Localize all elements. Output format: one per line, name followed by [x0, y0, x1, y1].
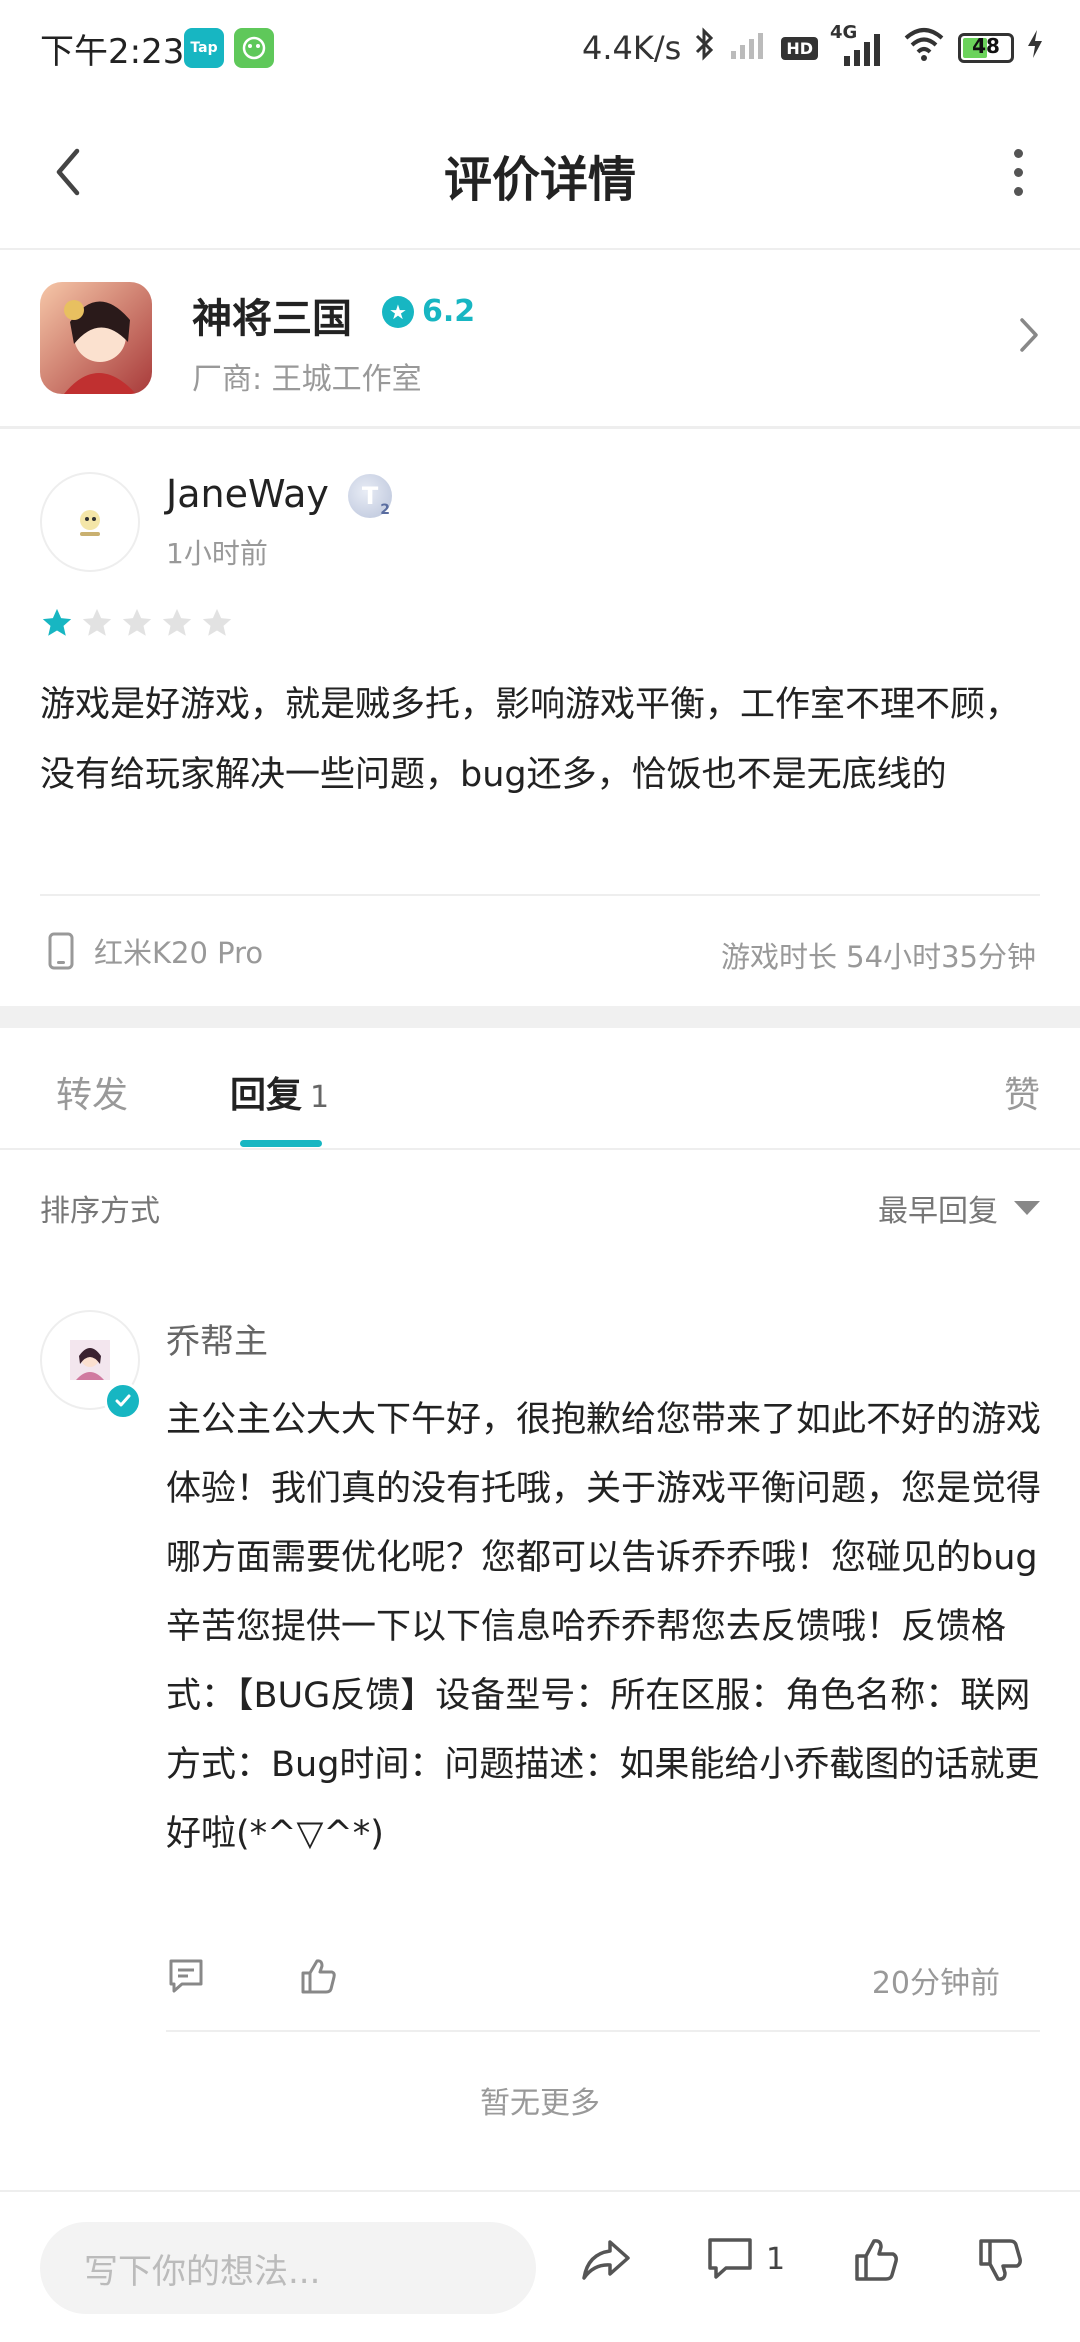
star-empty-icon: [122, 608, 152, 636]
comment-input-placeholder: 写下你的想法...: [84, 2251, 321, 2292]
device-info: 红米K20 Pro: [48, 930, 263, 972]
tab-like-label: 赞: [1003, 1075, 1040, 1116]
comment-input[interactable]: 写下你的想法...: [40, 2222, 536, 2314]
bottom-bar: 写下你的想法... 1: [0, 2190, 1080, 2342]
reply-actions: 20分钟前: [166, 1950, 1000, 2010]
thumbs-up-icon: [855, 2239, 898, 2281]
tab-reply-label: 回复: [230, 1075, 303, 1116]
level-letter: T: [361, 482, 379, 510]
reply-username[interactable]: 乔帮主: [166, 1314, 268, 1363]
battery-icon: 48: [958, 33, 1014, 63]
reviewer-avatar[interactable]: [40, 472, 140, 572]
game-name: 神将三国: [192, 296, 352, 342]
tab-reply-count: 1: [310, 1080, 330, 1115]
network-speed: 4.4K/s: [582, 29, 682, 67]
rating-stars: [40, 606, 234, 640]
review-text: 游戏是好游戏，就是贼多托，影响游戏平衡，工作室不理不顾，没有给玩家解决一些问题，…: [40, 685, 1021, 795]
bluetooth-icon: [693, 26, 717, 70]
level-number: 2: [380, 502, 390, 518]
thumbs-down-icon: [979, 2239, 1022, 2281]
review-time: 1小时前: [166, 537, 268, 570]
device-name: 红米K20 Pro: [94, 936, 264, 970]
hd-badge: HD: [781, 36, 818, 60]
comment-icon: [169, 1959, 203, 1993]
star-empty-icon: [82, 608, 112, 636]
comment-icon: [708, 2238, 752, 2279]
notification-app-icon: [234, 28, 274, 68]
charging-icon: [1026, 28, 1044, 68]
taptap-app-icon: Tap: [184, 28, 224, 68]
section-separator: [0, 1006, 1080, 1028]
phone-icon: [48, 932, 74, 970]
active-tab-indicator: [240, 1140, 322, 1147]
page-title: 评价详情: [443, 152, 636, 208]
reply-tabs: 转发 回复 1 赞: [0, 1028, 1080, 1150]
chevron-right-icon: [1018, 316, 1040, 358]
game-icon: [40, 282, 152, 394]
sort-value: 最早回复: [878, 1194, 998, 1229]
rating-value: 6.2: [422, 294, 476, 329]
divider: [40, 894, 1040, 896]
game-rating: ★ 6.2: [382, 294, 475, 329]
share-icon: [582, 2240, 630, 2280]
reply-time: 20分钟前: [871, 1966, 1000, 2001]
no-more-text: 暂无更多: [480, 2086, 600, 2121]
tab-like[interactable]: 赞: [1004, 1066, 1040, 1118]
verified-icon: [104, 1382, 142, 1420]
status-time: 下午2:23: [40, 32, 185, 72]
reply-text: 主公主公大大下午好，很抱歉给您带来了如此不好的游戏体验！我们真的没有托哦，关于游…: [166, 1400, 1042, 1854]
reply-comment-button[interactable]: [166, 1956, 206, 2000]
star-empty-icon: [202, 608, 232, 636]
status-indicators: 4.4K/s HD 4G 48: [582, 22, 1044, 72]
comment-button[interactable]: 1: [706, 2236, 785, 2282]
title-bar: 评价详情: [0, 96, 1080, 250]
signal-weak-icon: [729, 27, 769, 69]
sort-label: 排序方式: [40, 1194, 160, 1229]
star-empty-icon: [162, 608, 192, 636]
dislike-button[interactable]: [976, 2236, 1024, 2284]
more-options-button[interactable]: [986, 140, 1050, 204]
game-info-row[interactable]: 神将三国 ★ 6.2 厂商: 王城工作室: [0, 250, 1080, 429]
tab-forward-label: 转发: [56, 1075, 129, 1116]
play-time: 游戏时长 54小时35分钟: [720, 940, 1036, 974]
game-vendor: 厂商: 王城工作室: [192, 362, 422, 397]
tab-forward[interactable]: 转发: [56, 1066, 128, 1118]
like-button[interactable]: [852, 2236, 900, 2284]
tab-reply[interactable]: 回复 1: [230, 1066, 329, 1118]
caret-down-icon: [1014, 1201, 1040, 1215]
signal-4g-icon: 4G: [830, 22, 890, 68]
share-button[interactable]: [580, 2236, 632, 2284]
divider: [166, 2030, 1040, 2032]
wifi-icon: [902, 26, 946, 70]
reviewer-name[interactable]: JaneWay: [166, 472, 329, 516]
sort-dropdown[interactable]: 最早回复: [878, 1186, 1040, 1230]
thumbs-up-icon: [301, 1959, 336, 1994]
status-bar: 下午2:23 Tap 4.4K/s HD 4G 48: [0, 0, 1080, 96]
user-level-badge: T 2: [348, 474, 392, 518]
reply-like-button[interactable]: [298, 1956, 338, 2000]
battery-level: 48: [972, 34, 1000, 58]
comment-count: 1: [766, 2241, 786, 2277]
star-filled-icon: [42, 608, 72, 636]
star-badge-icon: ★: [382, 295, 414, 328]
